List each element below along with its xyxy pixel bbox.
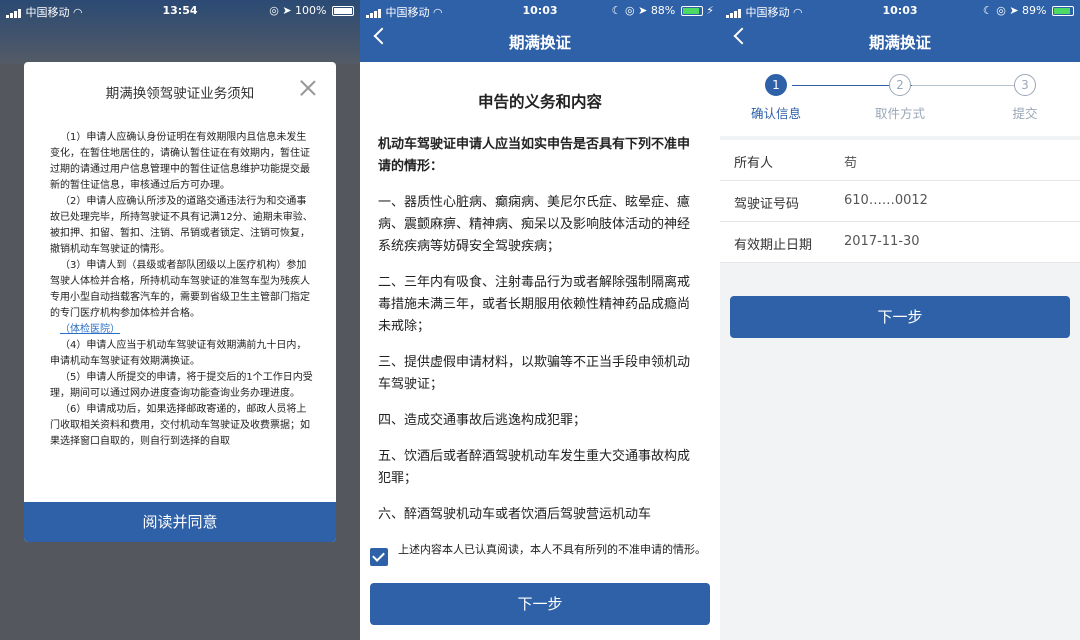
lock-rotation-icon: ◎ [269, 4, 279, 17]
agree-label: 上述内容本人已认真阅读，本人不具有所列的不准申请的情形。 [398, 543, 706, 556]
charging-icon: ⚡ [706, 4, 714, 17]
step-pickup-method: 2 取件方式 [860, 74, 940, 122]
declaration-item: 四、造成交通事故后逃逸构成犯罪； [378, 413, 587, 428]
lock-rotation-icon: ◎ [624, 4, 635, 17]
step-submit: 3 提交 [985, 74, 1065, 122]
agree-row[interactable]: 上述内容本人已认真阅读，本人不具有所列的不准申请的情形。 [370, 542, 708, 576]
notice-modal: 期满换领驾驶证业务须知 （1）申请人应确认身份证明在有效期限内且信息未发生变化，… [24, 62, 336, 542]
step-number: 3 [1014, 74, 1036, 96]
info-row-owner: 所有人 苟 [720, 140, 1080, 181]
close-icon[interactable] [298, 78, 318, 98]
license-info: 所有人 苟 驾驶证号码 610……0012 有效期止日期 2017-11-30 [720, 140, 1080, 263]
notice-item: （4）申请人应当于机动车驾驶证有效期满前九十日内，申请机动车驾驶证有效期满换证。 [50, 340, 307, 367]
location-icon: ➤ [1009, 4, 1019, 17]
declaration-item: 五、饮酒后或者醉酒驾驶机动车发生重大交通事故构成犯罪； [378, 449, 691, 486]
battery-icon [680, 6, 703, 16]
declaration-screen: 中国移动 ◠ 10:03 ☾ ◎ ➤ 88% ⚡ 期满换证 申告的义务和内容 机… [360, 0, 720, 640]
battery-icon [1052, 6, 1074, 16]
field-label: 所有人 [734, 156, 774, 171]
agree-checkbox[interactable] [370, 548, 388, 566]
declaration-item: 六、醉酒驾驶机动车或者饮酒后驾驶营运机动车 [378, 507, 652, 522]
owner-value: 苟 [844, 156, 858, 171]
field-label: 有效期止日期 [734, 238, 813, 253]
location-icon: ➤ [638, 4, 648, 17]
next-button[interactable]: 下一步 [730, 296, 1070, 338]
declaration-item: 二、三年内有吸食、注射毒品行为或者解除强制隔离戒毒措施未满三年，或者长期服用依赖… [378, 275, 691, 334]
expiry-date-value: 2017-11-30 [844, 234, 920, 249]
declaration-intro: 机动车驾驶证申请人应当如实申告是否具有下列不准申请的情形： [378, 137, 691, 174]
lock-rotation-icon: ◎ [996, 4, 1006, 17]
battery-icon [332, 6, 354, 16]
notice-item: （3）申请人到（县级或者部队团级以上医疗机构）参加驾驶人体检并合格，所持机动车驾… [50, 260, 310, 319]
modal-title: 期满换领驾驶证业务须知 [105, 86, 255, 102]
notice-item: （6）申请成功后，如果选择邮政寄递的，邮政人员将上门收取相关资料和费用，交付机动… [50, 404, 310, 447]
battery-percent: 100% [295, 4, 327, 17]
confirm-info-screen: 中国移动 ◠ 10:03 ☾ ◎ ➤ 89% 期满换证 1 确认信息 2 取件方… [720, 0, 1080, 640]
declaration-item: 三、提供虚假申请材料，以欺骗等不正当手段申领机动车驾驶证； [378, 355, 691, 392]
notice-text[interactable]: （1）申请人应确认身份证明在有效期限内且信息未发生变化，在暂住地居住的，请确认暂… [50, 130, 314, 500]
hospital-link[interactable]: （体检医院） [60, 324, 120, 335]
notice-item: （1）申请人应确认身份证明在有效期限内且信息未发生变化，在暂住地居住的，请确认暂… [50, 132, 310, 191]
step-label: 提交 [1012, 106, 1038, 121]
moon-icon: ☾ [982, 4, 993, 17]
page-title: 期满换证 [868, 34, 931, 52]
location-icon: ➤ [282, 4, 292, 17]
status-bar: 中国移动 ◠ 13:54 ◎ ➤ 100% [0, 0, 360, 20]
notice-item: （2）申请人应确认所涉及的道路交通违法行为和交通事故已处理完毕，所持驾驶证不具有… [50, 196, 313, 255]
nav-bar: 中国移动 ◠ 10:03 ☾ ◎ ➤ 88% ⚡ 期满换证 [360, 0, 720, 62]
notice-item: （5）申请人所提交的申请，将于提交后的1个工作日内受理，期间可以通过网办进度查询… [50, 372, 313, 399]
license-number-value: 610……0012 [844, 193, 928, 208]
step-confirm-info: 1 确认信息 [736, 74, 816, 122]
nav-bar: 中国移动 ◠ 10:03 ☾ ◎ ➤ 89% 期满换证 [720, 0, 1080, 62]
battery-percent: 88% [650, 4, 676, 17]
step-number: 2 [889, 74, 911, 96]
notice-screen: 中国移动 ◠ 13:54 ◎ ➤ 100% 期满换领驾驶证业务须知 （1）申请人… [0, 0, 360, 640]
read-and-agree-button[interactable]: 阅读并同意 [24, 502, 336, 542]
battery-percent: 89% [1022, 4, 1047, 17]
info-row-expiry: 有效期止日期 2017-11-30 [720, 222, 1080, 263]
page-title: 期满换证 [508, 34, 571, 52]
declaration-content[interactable]: 申告的义务和内容 机动车驾驶证申请人应当如实申告是否具有下列不准申请的情形： 一… [378, 90, 702, 530]
declaration-heading: 申告的义务和内容 [477, 93, 602, 111]
next-button[interactable]: 下一步 [370, 583, 710, 625]
field-label: 驾驶证号码 [734, 197, 800, 212]
status-bar: 中国移动 ◠ 10:03 ☾ ◎ ➤ 89% [720, 0, 1080, 20]
declaration-item: 一、器质性心脏病、癫痫病、美尼尔氏症、眩晕症、癔病、震颤麻痹、精神病、痴呆以及影… [378, 195, 691, 254]
step-number: 1 [765, 74, 787, 96]
info-row-license-number: 驾驶证号码 610……0012 [720, 181, 1080, 222]
status-bar: 中国移动 ◠ 10:03 ☾ ◎ ➤ 88% ⚡ [360, 0, 720, 20]
step-label: 取件方式 [874, 106, 925, 121]
step-indicator: 1 确认信息 2 取件方式 3 提交 [720, 62, 1080, 136]
step-label: 确认信息 [750, 106, 801, 121]
moon-icon: ☾ [611, 4, 622, 17]
